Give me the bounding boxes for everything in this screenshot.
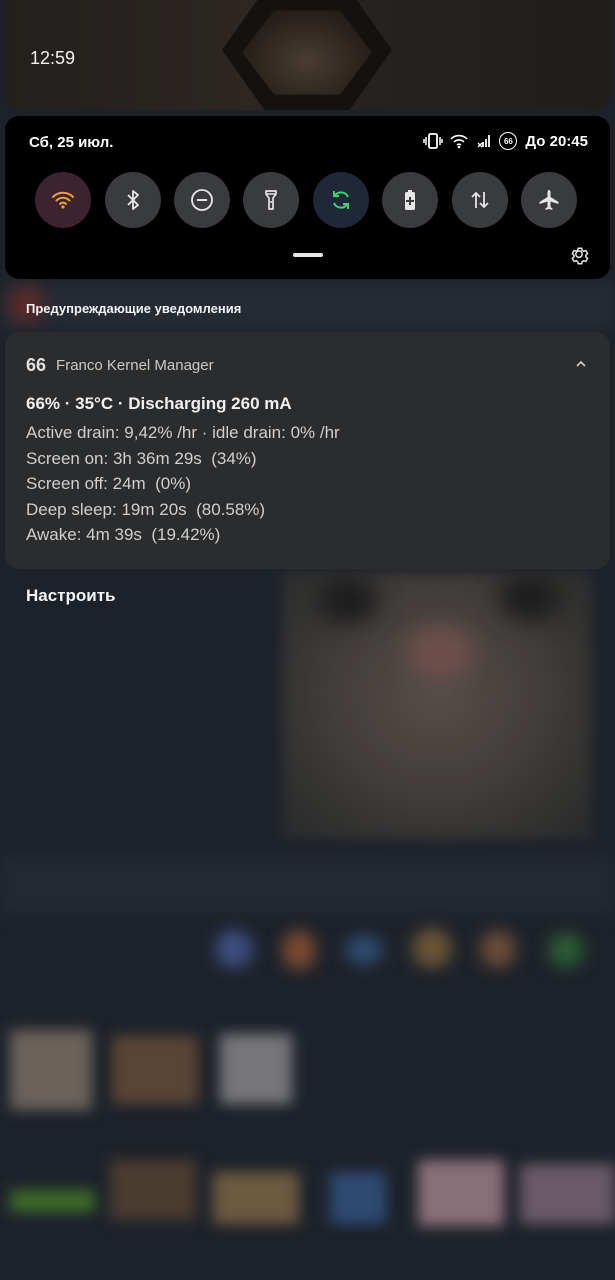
wifi-icon	[52, 191, 74, 209]
configure-button[interactable]: Настроить	[26, 586, 116, 606]
notification-header: 66 Franco Kernel Manager	[26, 355, 214, 376]
battery-plus-icon	[405, 190, 415, 210]
blurred-shape	[318, 578, 378, 623]
signal-icon	[477, 135, 491, 148]
blurred-thumbnail	[10, 1030, 92, 1110]
tile-wifi[interactable]	[35, 172, 91, 228]
qs-status-icons: 66 До 20:45	[423, 132, 588, 150]
airplane-icon	[539, 190, 559, 210]
tile-airplane[interactable]	[521, 172, 577, 228]
tile-battery-saver[interactable]	[382, 172, 438, 228]
notification-line: Screen off: 24m (0%)	[26, 474, 192, 494]
flashlight-icon	[265, 190, 277, 210]
section-title: Предупреждающие уведомления	[26, 301, 242, 316]
blurred-thumbnail	[418, 1160, 504, 1226]
data-arrows-icon	[471, 191, 489, 209]
blurred-thumbnail	[110, 1160, 196, 1220]
battery-estimate: До 20:45	[525, 132, 588, 150]
tile-dnd[interactable]	[174, 172, 230, 228]
tile-flashlight[interactable]	[243, 172, 299, 228]
vibrate-icon	[423, 133, 444, 149]
blurred-icon	[345, 935, 383, 965]
blurred-thumbnail	[213, 1172, 299, 1224]
notification-line: Deep sleep: 19m 20s (80.58%)	[26, 499, 266, 519]
battery-badge-icon: 66	[499, 132, 518, 150]
blurred-icon	[548, 932, 584, 968]
tile-bluetooth[interactable]	[105, 172, 161, 228]
drag-handle[interactable]	[293, 253, 323, 257]
blurred-thumbnail	[10, 1190, 95, 1212]
blurred-toolbar	[0, 855, 615, 915]
status-clock: 12:59	[30, 48, 76, 68]
quick-settings-panel: Сб, 25 июл. 66 До 20:45	[5, 116, 610, 279]
blurred-thumbnail	[220, 1034, 292, 1104]
notification-line: Screen on: 3h 36m 29s (34%)	[26, 448, 257, 468]
wifi-status-icon	[450, 134, 469, 149]
blurred-icon	[412, 928, 452, 968]
blurred-icon	[480, 930, 516, 968]
blurred-thumbnail	[520, 1164, 615, 1224]
tile-autosync[interactable]	[313, 172, 369, 228]
do-not-disturb-icon	[191, 189, 213, 211]
qs-tiles	[35, 172, 585, 228]
blurred-shape	[500, 575, 560, 620]
app-badge-icon: 66	[26, 355, 47, 375]
notification-line: Awake: 4m 39s (19.42%)	[26, 525, 221, 545]
blurred-thumbnail	[330, 1172, 386, 1224]
notification-title: 66% · 35°C · Discharging 260 mA	[26, 394, 292, 413]
notification-app-name: Franco Kernel Manager	[56, 357, 214, 374]
bluetooth-icon	[127, 190, 139, 210]
blurred-icon	[282, 930, 316, 970]
blurred-shape	[405, 625, 475, 680]
notification-body: Active drain: 9,42% /hr · idle drain: 0%…	[26, 420, 340, 548]
blurred-icon	[215, 930, 253, 968]
notification-card[interactable]: 66 Franco Kernel Manager 66% · 35°C · Di…	[5, 332, 610, 569]
blurred-thumbnail	[112, 1036, 198, 1104]
qs-date: Сб, 25 июл.	[29, 134, 114, 151]
gear-icon[interactable]	[568, 245, 590, 267]
notification-line: Active drain: 9,42% /hr · idle drain: 0%…	[26, 423, 340, 442]
chevron-up-icon[interactable]	[574, 357, 588, 371]
sync-icon	[333, 191, 349, 209]
tile-mobile-data[interactable]	[452, 172, 508, 228]
